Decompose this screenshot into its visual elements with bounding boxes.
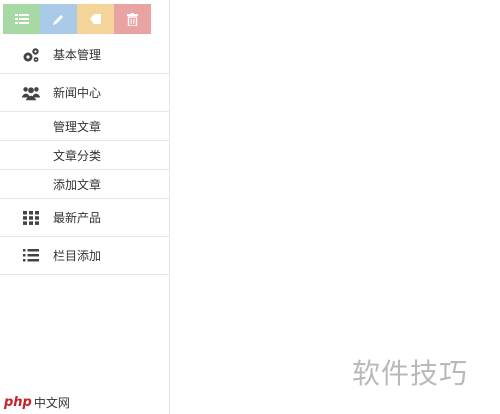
menu-label-products: 最新产品	[53, 211, 102, 225]
php-logo-mark: php	[4, 395, 32, 410]
trash-icon	[127, 12, 138, 26]
menu-item-news[interactable]: 新闻中心	[0, 74, 170, 112]
news-submenu: 管理文章 文章分类 添加文章	[0, 112, 170, 199]
submenu-label: 添加文章	[53, 177, 102, 192]
shortcut-tag-button[interactable]	[77, 4, 114, 34]
php-logo: php 中文网	[4, 394, 70, 411]
users-icon	[22, 84, 40, 102]
tag-icon	[89, 13, 102, 25]
shortcut-list-button[interactable]	[3, 4, 40, 34]
watermark-text: 软件技巧	[352, 357, 469, 390]
submenu-label: 管理文章	[53, 119, 102, 134]
list-icon	[22, 247, 40, 265]
submenu-item-manage-articles[interactable]: 管理文章	[0, 112, 170, 141]
menu-label-columns: 栏目添加	[53, 249, 102, 263]
nav-menu: 基本管理 新闻中心 管理文章 文章分类 添加文章 最新产品 栏目添加	[0, 36, 170, 275]
pencil-icon	[52, 13, 65, 26]
submenu-label: 文章分类	[53, 148, 102, 163]
grid-icon	[22, 209, 40, 227]
shortcut-edit-button[interactable]	[40, 4, 77, 34]
submenu-item-add-article[interactable]: 添加文章	[0, 170, 170, 199]
sidebar: 基本管理 新闻中心 管理文章 文章分类 添加文章 最新产品 栏目添加	[0, 0, 170, 414]
menu-item-products[interactable]: 最新产品	[0, 199, 170, 237]
cogs-icon	[22, 46, 40, 64]
php-logo-text: 中文网	[33, 396, 70, 410]
list-icon	[14, 13, 29, 25]
menu-item-basic[interactable]: 基本管理	[0, 36, 170, 74]
submenu-item-article-categories[interactable]: 文章分类	[0, 141, 170, 170]
shortcut-delete-button[interactable]	[114, 4, 151, 34]
shortcut-bar	[3, 4, 151, 34]
menu-label-basic: 基本管理	[53, 48, 102, 62]
menu-label-news: 新闻中心	[53, 86, 102, 100]
menu-item-columns[interactable]: 栏目添加	[0, 237, 170, 275]
